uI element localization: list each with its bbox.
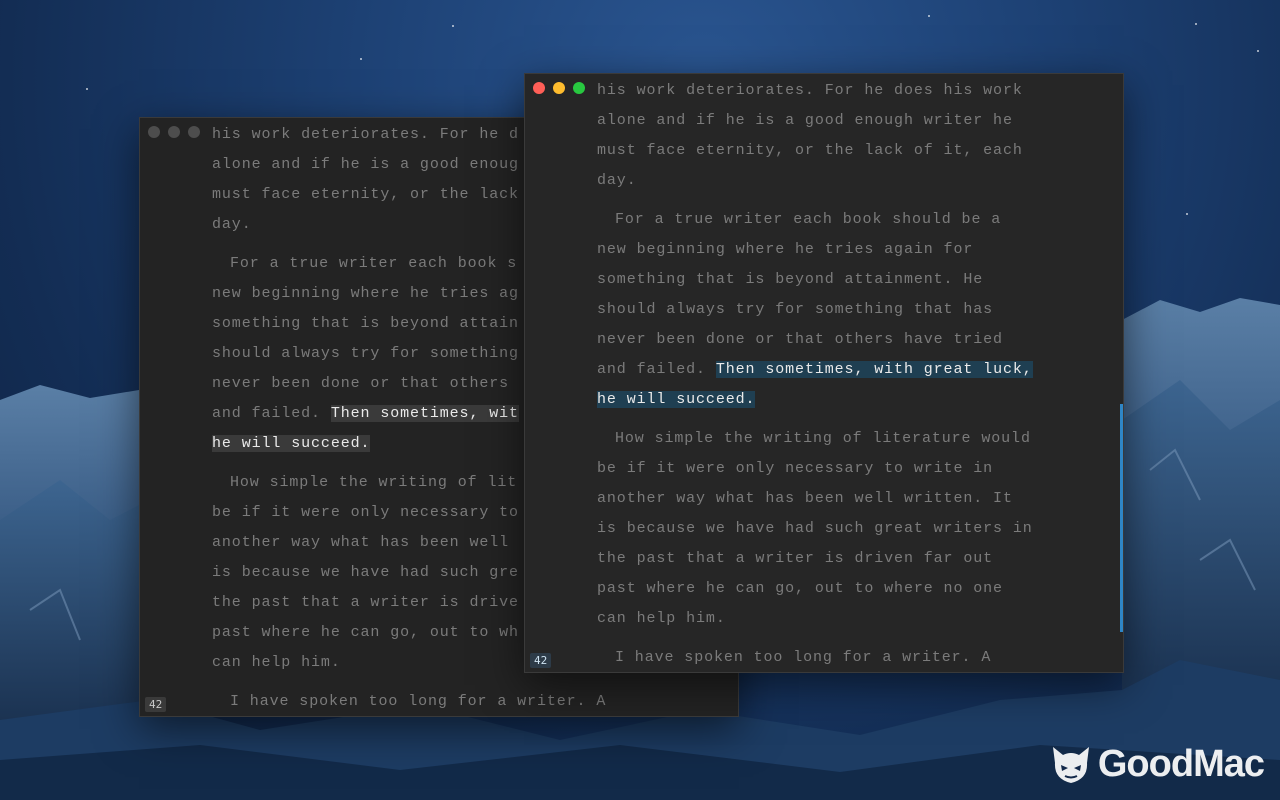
document-text[interactable]: his work deteriorates. For he does his w… — [597, 76, 1073, 672]
zoom-button[interactable] — [188, 126, 200, 138]
paragraph: I have spoken too long for a writer. A — [212, 687, 688, 716]
text-line: For a true writer each book should be a — [615, 211, 1002, 228]
text-line: can help him. — [597, 610, 726, 627]
text-line: his work deteriorates. For he does his w… — [597, 82, 1023, 99]
selected-text[interactable]: Then sometimes, wit — [330, 405, 519, 422]
paragraph: How simple the writing of literature wou… — [597, 424, 1073, 634]
window-controls — [148, 126, 200, 138]
line-count-badge: 42 — [145, 697, 167, 712]
selected-text[interactable]: he will succeed. — [597, 391, 756, 408]
text-line: alone and if he is a good enough writer … — [597, 112, 1013, 129]
paragraph: For a true writer each book should be a … — [597, 205, 1073, 415]
selected-text[interactable]: he will succeed. — [212, 435, 371, 452]
text-line: and failed. Then sometimes, with great l… — [597, 355, 1073, 385]
text-line: the past that a writer is driven far out — [597, 550, 994, 567]
window-controls — [533, 82, 585, 94]
text-line: be if it were only necessary to write in — [597, 460, 994, 477]
selected-text[interactable]: Then sometimes, with great luck, — [715, 361, 1033, 378]
watermark-text: GoodMac — [1097, 743, 1265, 785]
close-button[interactable] — [148, 126, 160, 138]
text-line: I have spoken too long for a writer. A — [230, 693, 607, 710]
text-line: I have spoken too long for a writer. A — [615, 649, 992, 666]
text-fragment: and failed. — [212, 405, 331, 422]
text-line: another way what has been well written. … — [597, 490, 1013, 507]
scrollbar[interactable] — [1120, 404, 1123, 632]
paragraph: his work deteriorates. For he does his w… — [597, 76, 1073, 196]
text-line: How simple the writing of literature wou… — [615, 430, 1031, 447]
minimize-button[interactable] — [168, 126, 180, 138]
text-line: never been done or that others have trie… — [597, 331, 1003, 348]
editor-window-front[interactable]: his work deteriorates. For he does his w… — [524, 73, 1124, 673]
text-line: something that is beyond attainment. He — [597, 271, 984, 288]
text-line: should always try for something that has — [597, 301, 994, 318]
devil-cat-icon — [1052, 746, 1089, 783]
close-button[interactable] — [533, 82, 545, 94]
goodmac-watermark: GoodMac — [1050, 743, 1265, 786]
minimize-button[interactable] — [553, 82, 565, 94]
paragraph: I have spoken too long for a writer. A — [597, 643, 1073, 672]
text-line: day. — [597, 172, 637, 189]
text-line: past where he can go, out to where no on… — [597, 580, 1003, 597]
text-line: is because we have had such great writer… — [597, 520, 1033, 537]
text-line: he will succeed. — [597, 385, 1073, 415]
text-fragment: and failed. — [597, 361, 716, 378]
text-line: new beginning where he tries again for — [597, 241, 974, 258]
text-line: must face eternity, or the lack of it, e… — [597, 142, 1023, 159]
zoom-button[interactable] — [573, 82, 585, 94]
line-count-badge: 42 — [530, 653, 552, 668]
